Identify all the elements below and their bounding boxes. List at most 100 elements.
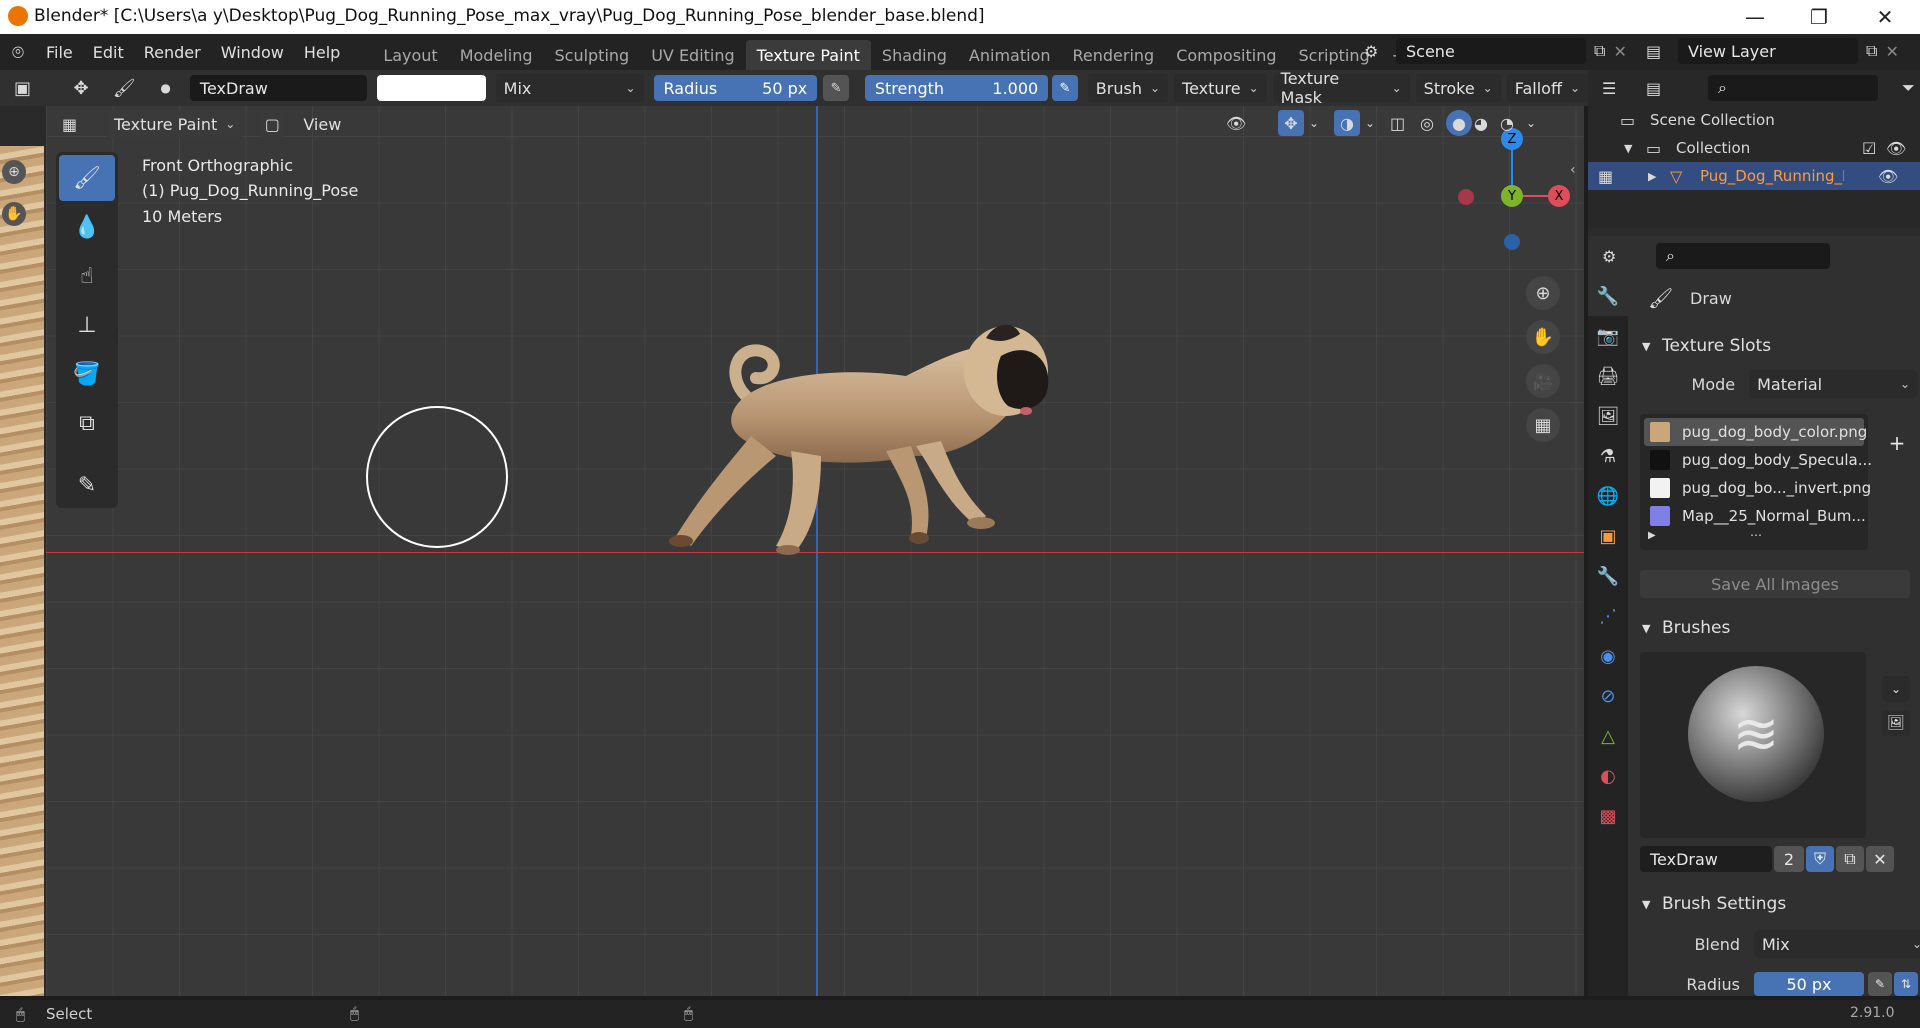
- tab-sculpting[interactable]: Sculpting: [543, 40, 640, 70]
- texture-slot-item[interactable]: pug_dog_body_color.png: [1644, 418, 1867, 446]
- radius-pressure-icon[interactable]: ✎: [823, 75, 849, 101]
- color-swatch[interactable]: [377, 75, 486, 101]
- data-tab-icon[interactable]: △: [1588, 716, 1628, 756]
- collapse-sidebar-icon[interactable]: ‹: [1570, 162, 1576, 178]
- particles-tab-icon[interactable]: ⋰: [1588, 596, 1628, 636]
- delete-view-layer-icon[interactable]: ✕: [1885, 42, 1898, 61]
- filter-icon[interactable]: ⏷: [1902, 78, 1915, 98]
- brush-settings-panel-header[interactable]: ▼ Brush Settings: [1642, 888, 1786, 920]
- scene-collection-label[interactable]: Scene Collection: [1650, 111, 1775, 129]
- editor-type-icon[interactable]: ▣: [14, 78, 44, 99]
- view-layer-tab-icon[interactable]: 🖼: [1588, 396, 1628, 436]
- view-layer-icon[interactable]: ▤: [1646, 42, 1678, 61]
- unlink-brush-icon[interactable]: ✕: [1866, 846, 1894, 872]
- draw-tool-icon[interactable]: 🖌: [59, 155, 115, 201]
- menu-texture-mask[interactable]: Texture Mask ⌄: [1272, 69, 1410, 107]
- minimize-button[interactable]: —: [1726, 0, 1784, 34]
- blend-dropdown[interactable]: Mix ⌄: [1754, 930, 1920, 958]
- tab-rendering[interactable]: Rendering: [1062, 40, 1166, 70]
- outliner-search-input[interactable]: ⌕: [1708, 75, 1878, 101]
- new-scene-icon[interactable]: ⧉: [1594, 41, 1605, 61]
- 3d-viewport[interactable]: Front Orthographic (1) Pug_Dog_Running_P…: [46, 106, 1584, 996]
- constraints-tab-icon[interactable]: ⊘: [1588, 676, 1628, 716]
- outliner-object-label[interactable]: Pug_Dog_Running_Pose: [1700, 167, 1844, 185]
- gizmo-neg-z[interactable]: [1504, 234, 1520, 250]
- rendered-shading-icon[interactable]: ◔: [1500, 114, 1526, 133]
- menu-window[interactable]: Window: [211, 34, 294, 70]
- clone-tool-icon[interactable]: ⊥: [59, 302, 115, 348]
- render-tab-icon[interactable]: 📷: [1588, 316, 1628, 356]
- texture-slots-panel-header[interactable]: ▼ Texture Slots: [1630, 330, 1918, 362]
- menu-brush[interactable]: Brush ⌄: [1087, 74, 1169, 102]
- overlays-dropdown-icon[interactable]: ⌄: [1360, 116, 1380, 130]
- brushes-panel-header[interactable]: ▼ Brushes: [1630, 612, 1918, 644]
- world-tab-icon[interactable]: 🌐: [1588, 476, 1628, 516]
- tab-uv-editing[interactable]: UV Editing: [640, 40, 745, 70]
- tab-animation[interactable]: Animation: [958, 40, 1062, 70]
- texture-slot-item[interactable]: pug_dog_body_Specula...: [1644, 446, 1872, 474]
- radius-pressure-icon[interactable]: ✎: [1868, 972, 1892, 996]
- strength-pressure-icon[interactable]: ✎: [1052, 75, 1078, 101]
- radius-slider[interactable]: Radius 50 px: [653, 75, 818, 101]
- view-menu[interactable]: View: [295, 110, 349, 138]
- modifier-tab-icon[interactable]: 🔧: [1588, 556, 1628, 596]
- view-layer-field[interactable]: View Layer: [1678, 38, 1858, 64]
- fake-user-shield-icon[interactable]: ⛨: [1806, 846, 1834, 872]
- wireframe-shading-icon[interactable]: ◎: [1420, 114, 1446, 133]
- texture-slot-item[interactable]: Map__25_Normal_Bum...: [1644, 502, 1866, 530]
- smear-tool-icon[interactable]: ☝: [59, 253, 115, 299]
- object-tab-icon[interactable]: ▣: [1588, 516, 1628, 556]
- delete-scene-icon[interactable]: ✕: [1613, 42, 1626, 61]
- list-resize-handle[interactable]: ⋯: [1750, 528, 1762, 542]
- tool-icon[interactable]: ✥: [74, 78, 113, 99]
- menu-stroke[interactable]: Stroke ⌄: [1415, 74, 1501, 102]
- brush-preview-icon[interactable]: ●: [160, 81, 190, 95]
- soften-tool-icon[interactable]: 💧: [59, 204, 115, 250]
- menu-edit[interactable]: Edit: [83, 34, 134, 70]
- mask-toggle-icon[interactable]: ▢: [259, 111, 286, 137]
- collection-visibility-icon[interactable]: 👁: [1886, 139, 1906, 158]
- brush-name-field[interactable]: TexDraw: [189, 75, 368, 101]
- add-texture-slot-button[interactable]: +: [1884, 430, 1910, 456]
- scene-name-field[interactable]: Scene: [1396, 38, 1586, 64]
- collection-label[interactable]: Collection: [1676, 139, 1862, 157]
- radius-setting-slider[interactable]: 50 px: [1754, 972, 1864, 996]
- mode-dropdown[interactable]: Texture Paint ⌄: [106, 110, 244, 138]
- physics-tab-icon[interactable]: ◉: [1588, 636, 1628, 676]
- close-button[interactable]: ✕: [1856, 0, 1914, 34]
- ortho-grid-icon[interactable]: ▦: [1526, 408, 1560, 442]
- brush-image-icon[interactable]: 🖼: [1882, 710, 1910, 736]
- gizmo-dropdown-icon[interactable]: ⌄: [1304, 116, 1324, 130]
- properties-editor-icon[interactable]: ⚙: [1602, 247, 1642, 266]
- object-visibility-icon[interactable]: 👁: [1878, 167, 1898, 186]
- visibility-icon[interactable]: 👁: [1226, 114, 1270, 133]
- texture-slot-item[interactable]: pug_dog_bo..._invert.png: [1644, 474, 1871, 502]
- properties-search-input[interactable]: ⌕: [1656, 243, 1830, 269]
- navigation-gizmo[interactable]: Z Y X: [1446, 126, 1576, 250]
- pug-dog-model[interactable]: [616, 296, 1056, 566]
- brush-users-count[interactable]: 2: [1774, 846, 1804, 872]
- shading-dropdown-icon[interactable]: ⌄: [1526, 116, 1546, 130]
- brush-datablock-name[interactable]: TexDraw: [1640, 846, 1772, 872]
- tab-shading[interactable]: Shading: [871, 40, 958, 70]
- expand-arrow-icon[interactable]: ▶: [1648, 170, 1670, 183]
- camera-view-icon[interactable]: 🎥: [1526, 364, 1560, 398]
- output-tab-icon[interactable]: 🖨: [1588, 356, 1628, 396]
- tab-texture-paint[interactable]: Texture Paint: [745, 40, 871, 70]
- blender-menu-icon[interactable]: ⌾: [0, 40, 36, 64]
- radius-unit-icon[interactable]: ⇅: [1894, 972, 1918, 996]
- outliner-editor-icon[interactable]: ☰: [1602, 79, 1642, 98]
- zoom-view-icon[interactable]: ⊕: [1526, 276, 1560, 310]
- menu-render[interactable]: Render: [134, 34, 211, 70]
- material-shading-icon[interactable]: ◕: [1474, 114, 1500, 133]
- gizmo-neg-x[interactable]: [1458, 189, 1474, 205]
- gizmo-x-axis[interactable]: X: [1548, 185, 1570, 207]
- material-tab-icon[interactable]: ◐: [1588, 756, 1628, 796]
- new-view-layer-icon[interactable]: ⧉: [1866, 41, 1877, 61]
- tool-tab-icon[interactable]: 🔧: [1588, 276, 1628, 316]
- gizmo-y-axis[interactable]: Y: [1501, 185, 1523, 207]
- blend-mode-dropdown[interactable]: Mix ⌄: [495, 74, 644, 102]
- scene-icon[interactable]: ⚙: [1364, 42, 1396, 61]
- tab-layout[interactable]: Layout: [372, 40, 448, 70]
- xray-icon[interactable]: ◫: [1390, 114, 1416, 133]
